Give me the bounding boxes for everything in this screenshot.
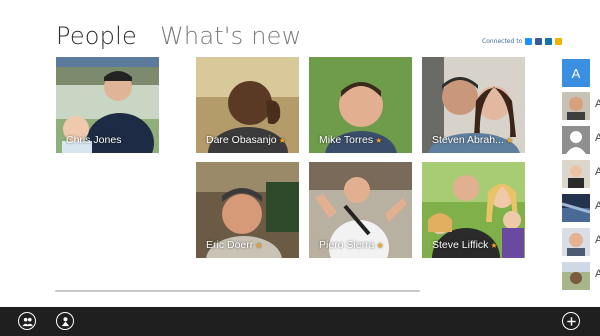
contact-name: Piero Sierra ★: [319, 239, 384, 251]
contact-thumbnail[interactable]: [562, 228, 590, 256]
contact-tile[interactable]: Dare Obasanjo ★: [196, 57, 299, 153]
contact-thumbnail[interactable]: [562, 262, 590, 290]
favorite-star-icon: ★: [505, 136, 513, 145]
people-button[interactable]: [18, 312, 36, 330]
contact-photo: [562, 194, 590, 222]
app-bar: [0, 307, 600, 336]
contact-tile[interactable]: Steven Abrah... ★: [422, 57, 525, 153]
favorite-star-icon: ★: [255, 241, 263, 250]
page-title-people[interactable]: People: [56, 22, 137, 50]
rail-cut-letter: A: [595, 200, 600, 212]
horizontal-scrollbar[interactable]: [55, 290, 420, 292]
contact-name-text: Steven Abrah...: [432, 134, 504, 146]
add-icon: [566, 316, 576, 326]
contact-photo: [562, 160, 590, 188]
tab-whats-new[interactable]: What's new: [160, 22, 301, 50]
linkedin-icon: [545, 38, 553, 45]
rail-cut-letter: A: [595, 132, 600, 144]
me-name: Chris Jones: [66, 134, 122, 146]
contact-thumbnail[interactable]: [562, 126, 590, 154]
contact-photo: [562, 228, 590, 256]
rail-cut-letter: A: [595, 98, 600, 110]
contact-thumbnail[interactable]: [562, 92, 590, 120]
contact-name: Steve Liffick ★: [432, 239, 498, 251]
contact-photo: [562, 92, 590, 120]
me-tile[interactable]: Chris Jones: [56, 57, 159, 153]
contact-name-text: Steve Liffick: [432, 239, 489, 251]
contact-name-text: Mike Torres: [319, 134, 374, 146]
me-button[interactable]: [56, 312, 74, 330]
contact-photo: [562, 262, 590, 290]
contact-tile[interactable]: Eric Doerr ★: [196, 162, 299, 258]
rail-cut-letter: A: [595, 268, 600, 280]
messenger-icon: [555, 38, 563, 45]
people-icon: [21, 317, 33, 326]
contact-thumbnail[interactable]: [562, 160, 590, 188]
default-avatar-icon: [562, 126, 590, 154]
contact-tile[interactable]: Piero Sierra ★: [309, 162, 412, 258]
favorite-star-icon: ★: [490, 241, 498, 250]
facebook-icon: [535, 38, 543, 45]
alphabet-header-a[interactable]: A: [562, 59, 590, 87]
contact-name: Eric Doerr ★: [206, 239, 262, 251]
connected-to-label: Connected to: [482, 38, 523, 45]
favorite-star-icon: ★: [278, 136, 286, 145]
contact-name-text: Dare Obasanjo: [206, 134, 277, 146]
contact-name: Steven Abrah... ★: [432, 134, 513, 146]
me-icon: [61, 316, 69, 326]
contact-name: Mike Torres ★: [319, 134, 382, 146]
add-contact-button[interactable]: [562, 312, 580, 330]
contact-name: Dare Obasanjo ★: [206, 134, 286, 146]
rail-cut-letter: A: [595, 166, 600, 178]
contact-name-text: Eric Doerr: [206, 239, 254, 251]
favorite-star-icon: ★: [375, 136, 383, 145]
contact-tile[interactable]: Steve Liffick ★: [422, 162, 525, 258]
contact-thumbnail[interactable]: [562, 194, 590, 222]
rail-cut-letter: A: [595, 234, 600, 246]
favorite-star-icon: ★: [376, 241, 384, 250]
contact-tile[interactable]: Mike Torres ★: [309, 57, 412, 153]
contact-name-text: Piero Sierra: [319, 239, 375, 251]
windows-live-icon: [525, 38, 533, 45]
connected-services[interactable]: Connected to: [482, 38, 563, 45]
